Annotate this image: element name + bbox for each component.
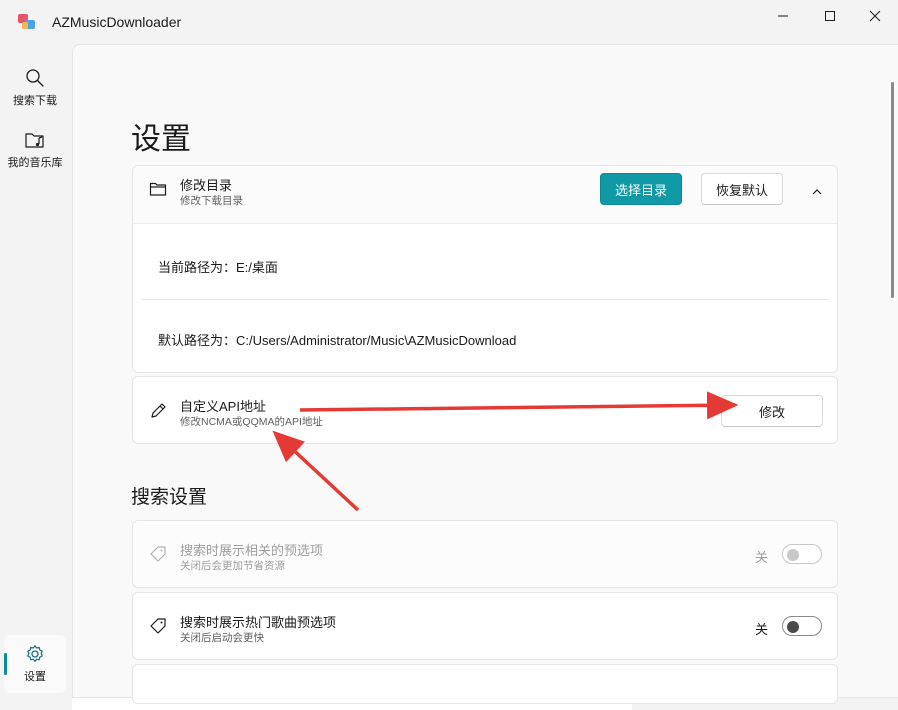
related-suggestions-toggle[interactable] xyxy=(782,544,822,564)
sidebar-item-search[interactable]: 搜索下载 xyxy=(4,60,66,116)
page-title: 设置 xyxy=(131,123,191,156)
related-suggestions-card: 搜索时展示相关的预选项 关闭后会更加节省资源 关 xyxy=(132,520,838,588)
search-icon xyxy=(26,69,44,87)
custom-api-title: 自定义API地址 xyxy=(180,399,266,414)
chevron-up-icon[interactable] xyxy=(809,184,825,200)
folder-icon xyxy=(149,182,167,196)
app-title: AZMusicDownloader xyxy=(52,14,182,30)
selection-indicator xyxy=(4,653,7,675)
sidebar-item-library[interactable]: 我的音乐库 xyxy=(4,122,66,178)
sidebar-item-settings[interactable]: 设置 xyxy=(4,635,66,693)
hot-songs-suggestions-card: 搜索时展示热门歌曲预选项 关闭后启动会更快 关 xyxy=(132,592,838,660)
music-folder-icon xyxy=(25,133,44,148)
current-path-value: E:/桌面 xyxy=(236,260,278,275)
search-settings-heading: 搜索设置 xyxy=(131,487,208,508)
app-logo-icon xyxy=(18,14,35,29)
hot-songs-subtitle: 关闭后启动会更快 xyxy=(180,632,264,644)
download-directory-header[interactable]: 修改目录 修改下载目录 选择目录 恢复默认 xyxy=(133,166,837,224)
sidebar-item-label: 搜索下载 xyxy=(13,95,57,107)
custom-api-card: 自定义API地址 修改NCMA或QQMA的API地址 修改 xyxy=(132,376,838,444)
hot-songs-title: 搜索时展示热门歌曲预选项 xyxy=(180,615,337,630)
current-path-label: 当前路径为： xyxy=(158,260,237,275)
title-bar: AZMusicDownloader xyxy=(0,0,898,44)
modify-api-button[interactable]: 修改 xyxy=(721,395,823,427)
toggle-state-label: 关 xyxy=(755,622,769,637)
hot-songs-toggle[interactable] xyxy=(782,616,822,636)
default-path-label: 默认路径为： xyxy=(158,333,237,348)
default-path-value: C:/Users/Administrator/Music\AZMusicDown… xyxy=(236,333,517,348)
select-directory-button[interactable]: 选择目录 xyxy=(600,173,682,205)
maximize-icon xyxy=(825,11,835,21)
minimize-button[interactable] xyxy=(760,0,806,32)
download-directory-subtitle: 修改下载目录 xyxy=(180,195,243,207)
maximize-button[interactable] xyxy=(807,0,853,32)
reset-default-button[interactable]: 恢复默认 xyxy=(701,173,783,205)
download-directory-title: 修改目录 xyxy=(180,178,233,193)
partial-settings-card xyxy=(132,664,838,704)
gear-icon xyxy=(27,645,43,662)
pencil-icon xyxy=(151,403,166,418)
custom-api-subtitle: 修改NCMA或QQMA的API地址 xyxy=(180,416,323,428)
divider xyxy=(141,299,829,300)
default-path: 默认路径为：C:/Users/Administrator/Music\AZMus… xyxy=(158,330,516,349)
related-suggestions-title: 搜索时展示相关的预选项 xyxy=(180,543,324,558)
vertical-scrollbar[interactable] xyxy=(891,82,894,298)
close-icon xyxy=(869,10,881,22)
sidebar-item-label: 我的音乐库 xyxy=(7,157,63,169)
sidebar-item-label: 设置 xyxy=(24,671,46,683)
toggle-state-label: 关 xyxy=(755,550,769,565)
current-path: 当前路径为：E:/桌面 xyxy=(158,257,278,276)
tag-icon xyxy=(150,546,166,562)
download-directory-card: 修改目录 修改下载目录 选择目录 恢复默认 当前路径为：E:/桌面 默认路径为：… xyxy=(132,165,838,373)
tag-icon xyxy=(150,618,166,634)
minimize-icon xyxy=(778,15,788,17)
related-suggestions-subtitle: 关闭后会更加节省资源 xyxy=(180,560,285,572)
close-button[interactable] xyxy=(852,0,898,32)
